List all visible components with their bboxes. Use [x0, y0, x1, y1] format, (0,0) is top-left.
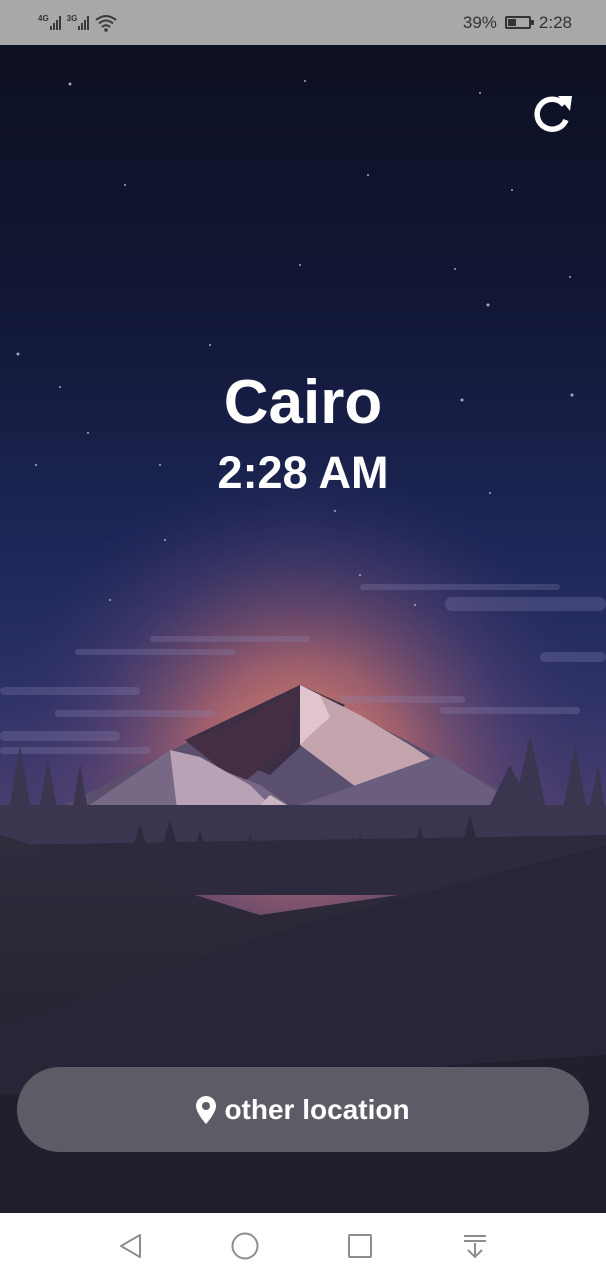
status-bar: 4G 3G 39% 2:28 [0, 0, 606, 45]
battery-icon [504, 16, 534, 29]
battery-percent: 39% [462, 12, 497, 32]
background-illustration [0, 45, 606, 1213]
other-location-button[interactable]: other location [17, 1067, 589, 1152]
city-time: 2:28 AM [217, 447, 389, 498]
city-name: Cairo [223, 368, 383, 437]
back-button[interactable] [116, 1231, 146, 1261]
network-type-label: 3G [66, 13, 78, 23]
status-time: 2:28 [538, 12, 572, 32]
refresh-button[interactable] [530, 92, 574, 136]
battery-level-fill [507, 19, 517, 26]
back-triangle-icon [120, 1234, 141, 1258]
app-screen: 4G 3G 39% 2:28 Cairo 2:28 AM other locat… [0, 0, 606, 1280]
signal-bars-icon [49, 15, 61, 30]
home-button[interactable] [230, 1231, 260, 1261]
network-type-label: 4G [38, 13, 49, 23]
signal-4g-indicator: 4G [38, 13, 61, 30]
signal-3g-indicator: 3G [66, 13, 90, 30]
recents-square-icon [348, 1234, 372, 1258]
night-mountain-background [0, 45, 606, 1213]
other-location-label: other location [224, 1093, 410, 1125]
status-left: 4G 3G [38, 14, 117, 32]
notification-pull-button[interactable] [460, 1231, 490, 1261]
recents-button[interactable] [345, 1231, 375, 1261]
navigation-bar [0, 1213, 606, 1280]
signal-bars-icon [78, 15, 90, 30]
wifi-icon [95, 14, 117, 32]
map-pin-icon [196, 1095, 217, 1124]
pull-down-icon [464, 1235, 486, 1259]
home-circle-icon [231, 1232, 259, 1260]
refresh-icon [534, 96, 572, 132]
status-right: 39% 2:28 [463, 13, 572, 33]
